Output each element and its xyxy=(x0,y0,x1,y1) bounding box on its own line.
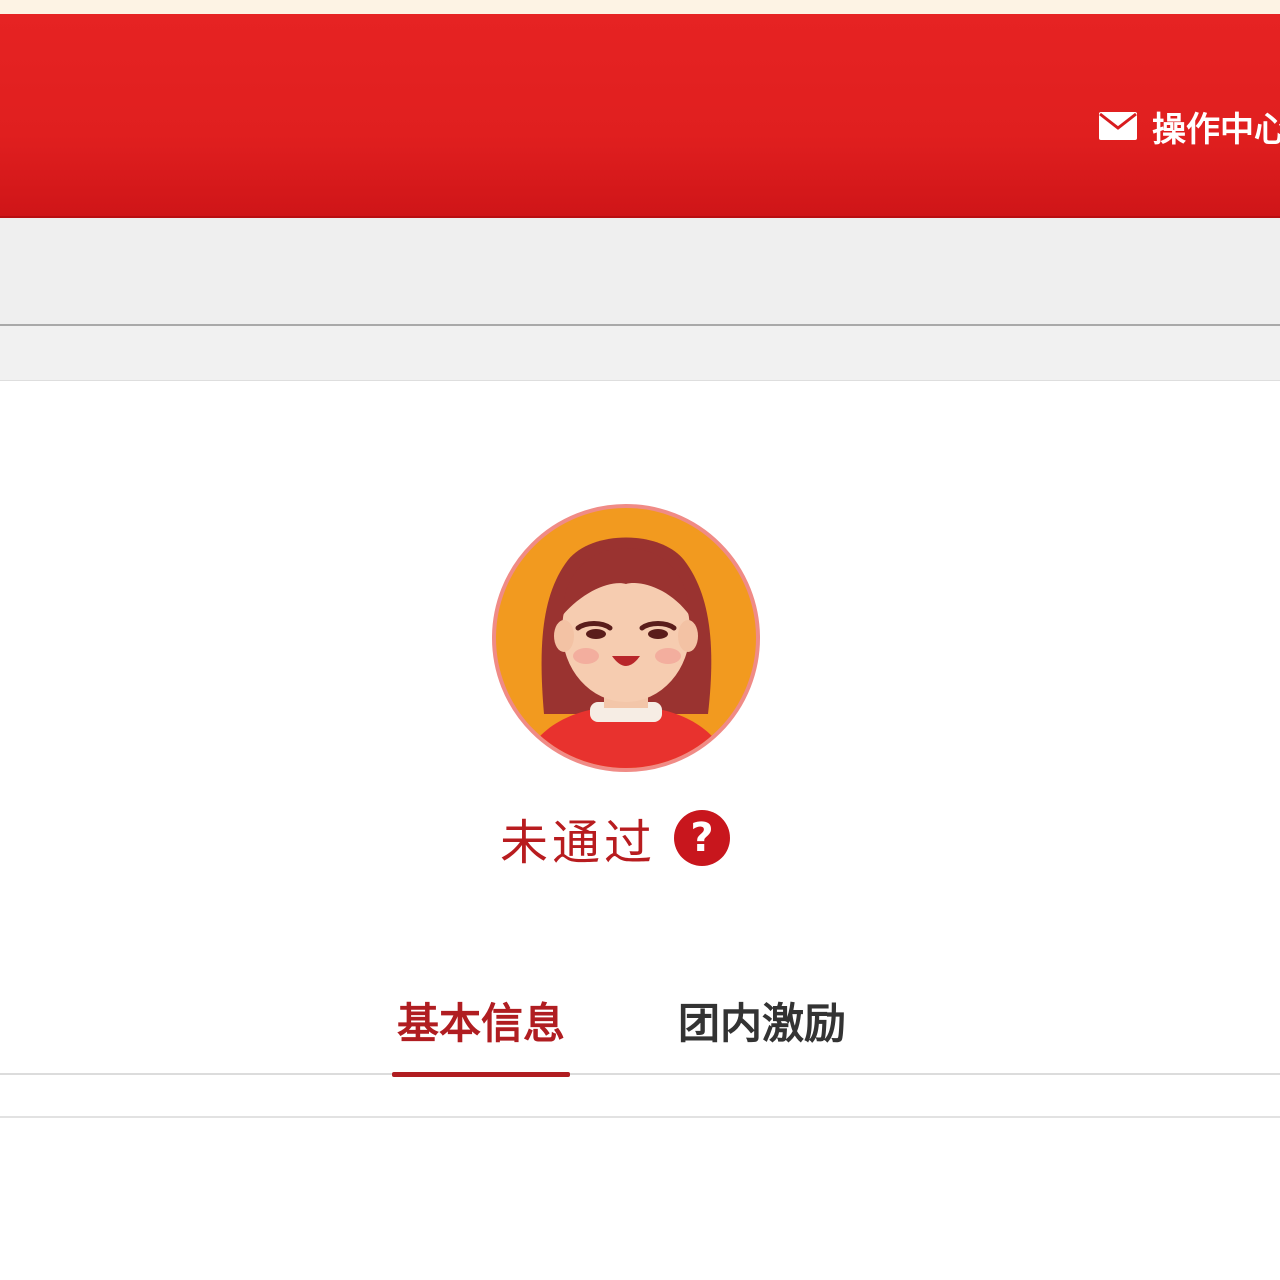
sub-toolbar xyxy=(0,218,1280,326)
profile-tabs: 基本信息 团内激励 xyxy=(0,990,1280,1076)
tab-divider xyxy=(0,1073,1280,1075)
ops-center-link[interactable]: 操作中心 xyxy=(1098,104,1280,150)
section-divider xyxy=(0,1116,1280,1118)
tab-basic-info[interactable]: 基本信息 xyxy=(392,990,570,1076)
female-avatar-icon xyxy=(492,504,760,772)
tab-team-incentive[interactable]: 团内激励 xyxy=(678,990,846,1076)
verification-status: 未通过 ? xyxy=(500,806,731,871)
active-tab-indicator xyxy=(392,1072,570,1077)
status-text: 未通过 xyxy=(500,815,657,871)
top-strip xyxy=(0,0,1280,14)
question-mark-icon[interactable]: ? xyxy=(674,810,731,866)
envelope-icon xyxy=(1098,111,1138,141)
top-header: 操作中心 xyxy=(0,14,1280,218)
ops-center-label: 操作中心 xyxy=(1152,109,1280,150)
breadcrumb-bar xyxy=(0,326,1280,381)
